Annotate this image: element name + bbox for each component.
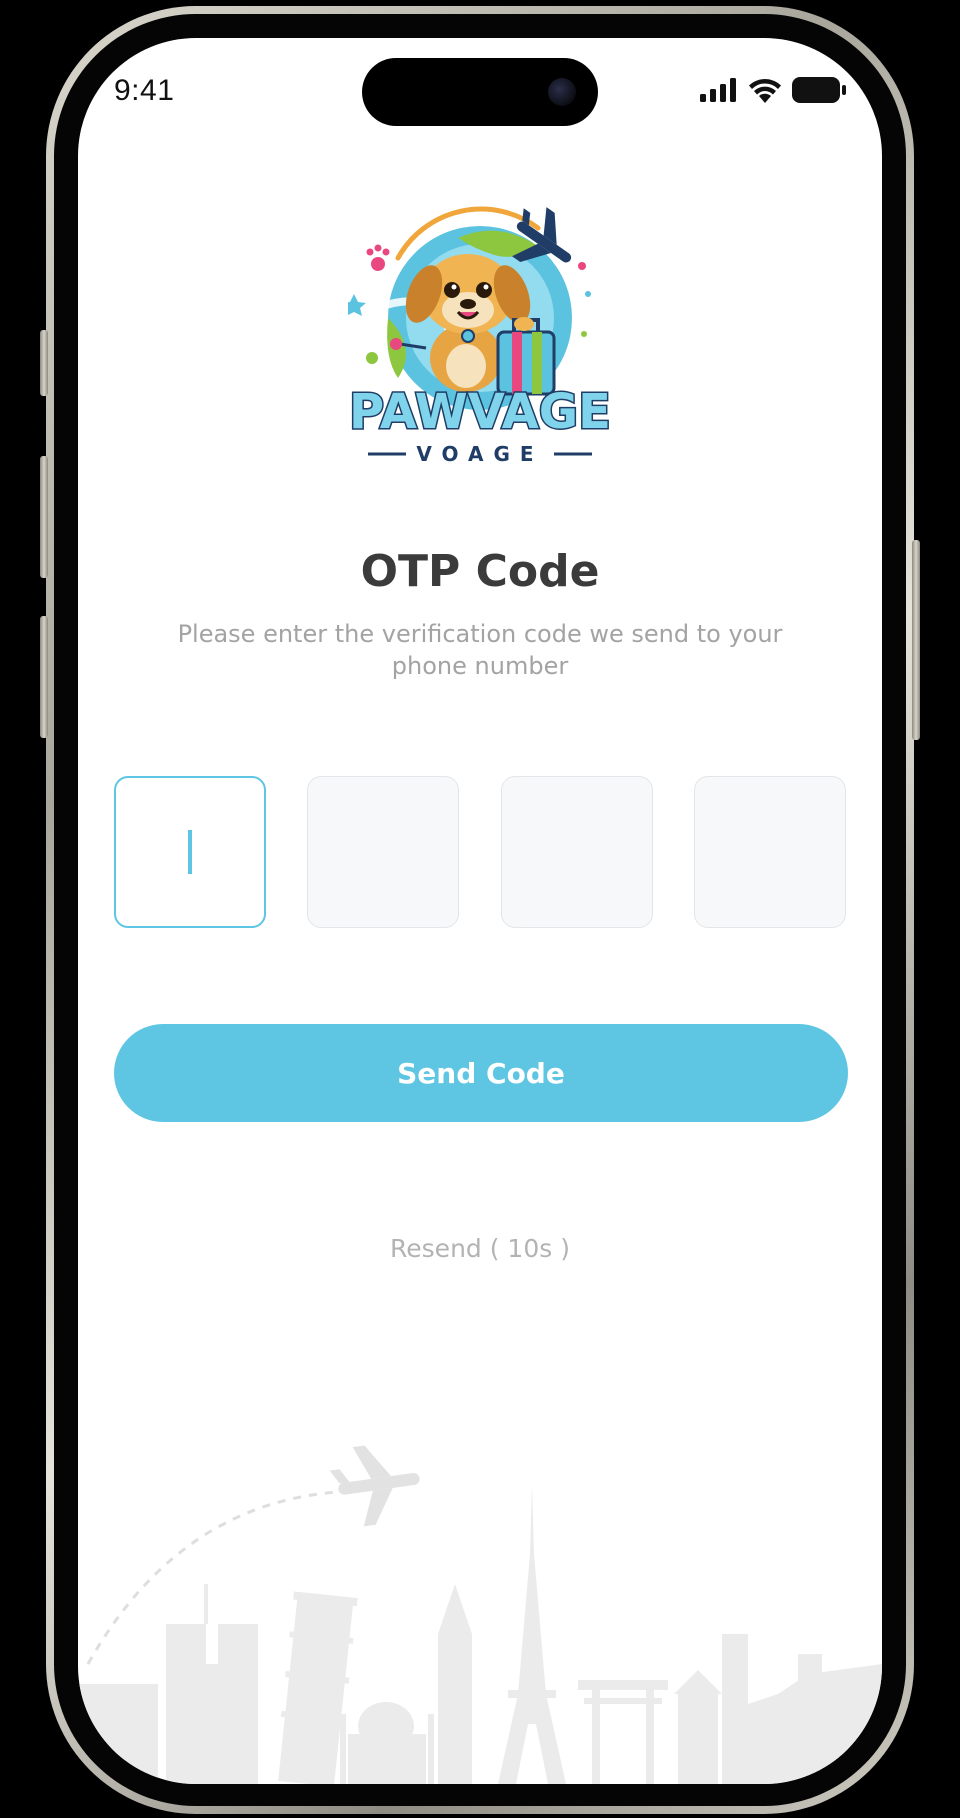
device-stage: 9:41 PAWVAGE VOAGE OTP Code Please enter…: [0, 0, 960, 1818]
page-title: OTP Code: [360, 546, 600, 597]
power-button: [912, 540, 920, 740]
otp-input-group: [114, 776, 846, 930]
app-screen: 9:41 PAWVAGE VOAGE OTP Code Please enter…: [78, 38, 882, 1784]
otp-digit-3[interactable]: [500, 776, 653, 928]
logo-wordmark: PAWVAGE: [349, 384, 611, 440]
volume-down-button: [40, 616, 48, 738]
send-code-button[interactable]: Send Code: [114, 1024, 848, 1122]
resend-countdown-link[interactable]: Resend ( 10s ): [78, 1234, 882, 1263]
status-icons: [700, 76, 846, 104]
logo-tagline: VOAGE: [416, 442, 543, 466]
dynamic-island: [362, 58, 598, 126]
volume-up-button: [40, 456, 48, 578]
otp-digit-2[interactable]: [307, 776, 460, 928]
text-caret: [188, 830, 192, 874]
status-time: 9:41: [114, 74, 175, 107]
landmarks-skyline-illustration: [78, 1445, 882, 1784]
wifi-icon: [749, 79, 781, 103]
pawvage-logo: PAWVAGE VOAGE: [348, 206, 612, 466]
otp-digit-4[interactable]: [693, 776, 846, 928]
action-button: [40, 330, 48, 396]
cellular-signal-icon: [700, 78, 736, 102]
otp-digit-1[interactable]: [114, 776, 266, 928]
front-camera-icon: [548, 78, 576, 106]
page-subtitle: Please enter the verification code we se…: [177, 620, 783, 680]
battery-icon: [792, 77, 846, 103]
